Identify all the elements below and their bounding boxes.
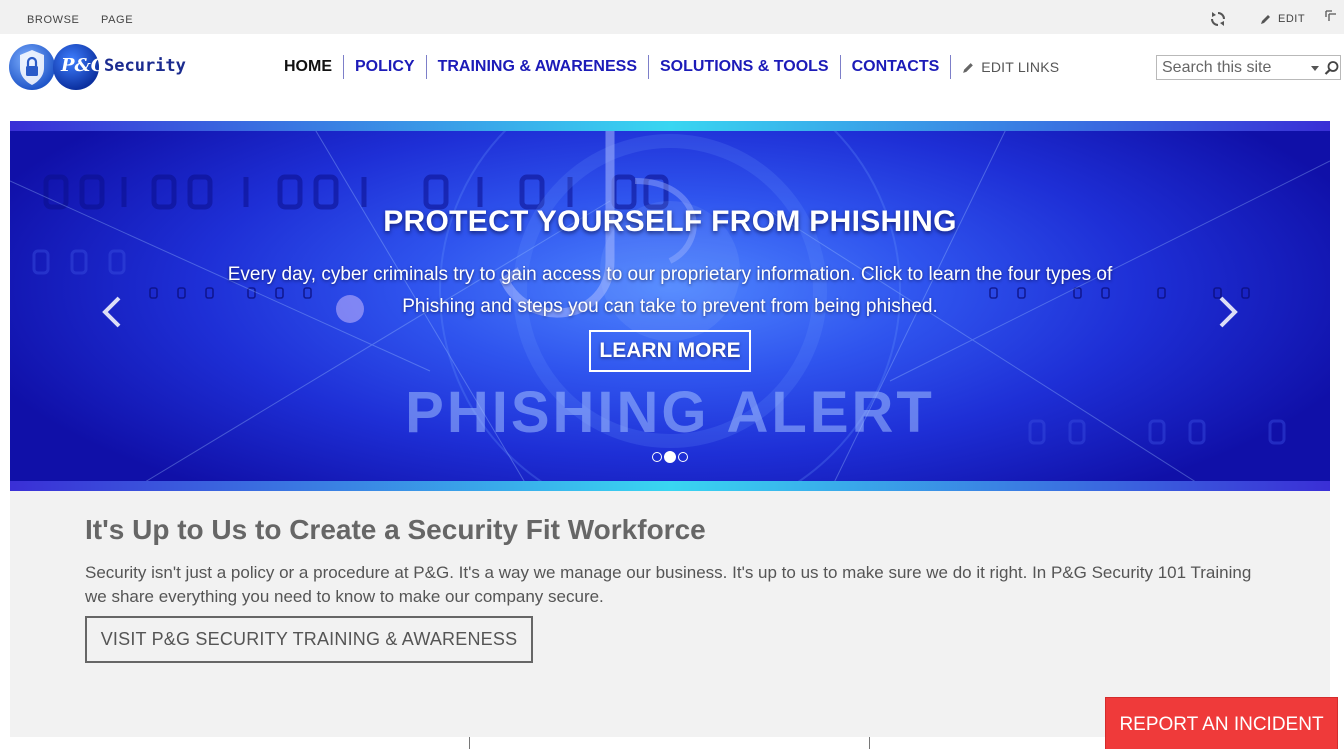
report-incident-button[interactable]: REPORT AN INCIDENT <box>1106 698 1337 749</box>
chevron-down-icon[interactable] <box>1308 61 1322 75</box>
column-divider <box>469 737 470 749</box>
phishing-alert-image-text: PHISHING ALERT <box>405 380 935 445</box>
sync-icon[interactable] <box>1209 10 1227 28</box>
nav-item-training-awareness[interactable]: TRAINING & AWARENESS <box>427 55 649 79</box>
chevron-right-icon[interactable] <box>1216 295 1240 329</box>
slide-description: Every day, cyber criminals try to gain a… <box>227 264 1113 317</box>
logo-brand-text: P&G <box>61 55 107 76</box>
carousel-dot-1[interactable] <box>652 452 662 462</box>
section-heading: It's Up to Us to Create a Security Fit W… <box>85 514 706 545</box>
nav-item-policy[interactable]: POLICY <box>344 55 427 79</box>
nav-item-contacts[interactable]: CONTACTS <box>841 55 952 79</box>
edit-links-button[interactable]: EDIT LINKS <box>951 55 1059 79</box>
carousel-indicators <box>652 451 690 463</box>
top-navigation: HOME POLICY TRAINING & AWARENESS SOLUTIO… <box>273 55 1059 79</box>
edit-links-label: EDIT LINKS <box>981 59 1060 75</box>
carousel-bottom-band <box>10 481 1330 491</box>
ribbon-tab-browse[interactable]: BROWSE <box>27 14 80 26</box>
search-input[interactable] <box>1162 58 1302 78</box>
ribbon-bar: BROWSE PAGE EDIT <box>0 0 1344 34</box>
column-divider <box>869 737 870 749</box>
visit-training-button[interactable]: VISIT P&G SECURITY TRAINING & AWARENESS <box>85 616 533 663</box>
pencil-icon <box>1261 15 1270 24</box>
carousel-dot-3[interactable] <box>678 452 688 462</box>
site-search-box <box>1156 55 1341 80</box>
nav-item-solutions-tools[interactable]: SOLUTIONS & TOOLS <box>649 55 841 79</box>
section-body: Security isn't just a policy or a proced… <box>85 563 1252 606</box>
edit-page-button[interactable]: EDIT <box>1260 11 1305 27</box>
learn-more-button[interactable]: LEARN MORE <box>589 330 751 372</box>
carousel-top-band <box>10 121 1330 131</box>
logo-name-text: Security <box>104 56 186 76</box>
chevron-left-icon[interactable] <box>100 295 124 329</box>
carousel-dot-2[interactable] <box>664 451 676 463</box>
nav-item-home[interactable]: HOME <box>273 55 344 79</box>
search-icon[interactable] <box>1324 60 1340 76</box>
pencil-icon <box>963 62 974 73</box>
edit-label: EDIT <box>1278 13 1306 25</box>
focus-content-icon[interactable] <box>1325 10 1337 22</box>
hero-carousel: PHISHING ALERT PROTECT YOURSELF FROM PHI… <box>10 121 1330 491</box>
slide-title: PROTECT YOURSELF FROM PHISHING <box>383 205 957 238</box>
site-logo[interactable]: P&G Security <box>8 42 186 92</box>
ribbon-tab-page[interactable]: PAGE <box>101 14 133 26</box>
page: BROWSE PAGE EDIT P&G Security HOME POLIC… <box>0 0 1344 749</box>
